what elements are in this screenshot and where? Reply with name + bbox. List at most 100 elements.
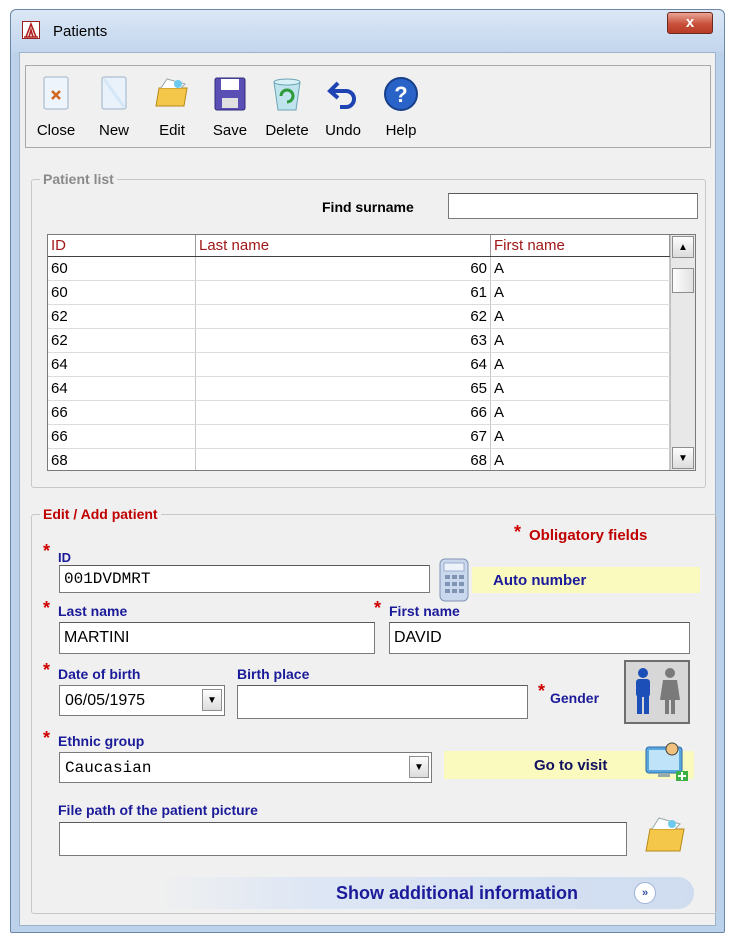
cell-last-name: 61 bbox=[196, 281, 491, 304]
cell-first-name: A bbox=[491, 305, 670, 328]
id-label: ID bbox=[58, 550, 71, 565]
window-close-button[interactable]: x bbox=[667, 12, 713, 34]
show-additional-info-label: Show additional information bbox=[336, 883, 578, 903]
date-of-birth-value: 06/05/1975 bbox=[65, 692, 146, 709]
window-title: Patients bbox=[53, 23, 108, 40]
ethnic-group-label: Ethnic group bbox=[58, 733, 145, 749]
cell-id: 60 bbox=[48, 257, 196, 280]
table-row[interactable]: 66 66 A bbox=[48, 401, 670, 425]
cell-id: 64 bbox=[48, 353, 196, 376]
male-female-icon bbox=[636, 668, 680, 714]
picture-path-label: File path of the patient picture bbox=[58, 802, 258, 818]
edit-button[interactable]: Edit bbox=[144, 70, 200, 144]
table-row[interactable]: 68 68 A bbox=[48, 449, 670, 470]
edit-patient-group: Edit / Add patient * Obligatory fields *… bbox=[31, 506, 717, 914]
go-to-visit-label: Go to visit bbox=[534, 757, 608, 774]
svg-text:?: ? bbox=[394, 82, 407, 107]
auto-number-button[interactable]: Auto number bbox=[472, 567, 700, 593]
first-name-label: First name bbox=[389, 603, 460, 619]
cell-id: 60 bbox=[48, 281, 196, 304]
calculator-icon[interactable] bbox=[438, 557, 470, 603]
toolbar: Close New Edit Save Delete Undo ? Help bbox=[25, 65, 711, 148]
cell-first-name: A bbox=[491, 377, 670, 400]
edit-patient-legend: Edit / Add patient bbox=[40, 506, 161, 522]
table-scrollbar[interactable]: ▲ ▼ bbox=[670, 235, 695, 470]
table-row[interactable]: 62 62 A bbox=[48, 305, 670, 329]
required-marker: * bbox=[43, 541, 51, 561]
help-button-label: Help bbox=[385, 122, 417, 139]
delete-button[interactable]: Delete bbox=[259, 70, 315, 144]
id-input[interactable] bbox=[59, 565, 430, 593]
visit-monitor-icon[interactable] bbox=[642, 741, 692, 785]
chevron-down-icon[interactable]: ▼ bbox=[409, 756, 429, 778]
table-body: 60 60 A 60 61 A 62 62 A 62 63 A 64 64 A 64 65 A 66 66… bbox=[48, 257, 670, 470]
show-additional-info-button[interactable]: Show additional information » bbox=[153, 877, 694, 909]
undo-arrow-icon bbox=[324, 74, 362, 114]
cell-id: 68 bbox=[48, 449, 196, 470]
cell-first-name: A bbox=[491, 401, 670, 424]
table-row[interactable]: 64 65 A bbox=[48, 377, 670, 401]
find-surname-input[interactable] bbox=[448, 193, 698, 219]
date-of-birth-picker[interactable]: 06/05/1975 ▼ bbox=[59, 685, 225, 716]
last-name-label: Last name bbox=[58, 603, 128, 619]
required-marker: * bbox=[538, 681, 546, 701]
save-button[interactable]: Save bbox=[202, 70, 258, 144]
expand-chevron-icon: » bbox=[634, 882, 656, 904]
last-name-input[interactable] bbox=[59, 622, 375, 654]
floppy-disk-icon bbox=[211, 74, 249, 114]
patient-list-group: Patient list Find surname ID Last name F… bbox=[31, 171, 706, 488]
table-row[interactable]: 60 61 A bbox=[48, 281, 670, 305]
picture-path-input[interactable] bbox=[59, 822, 627, 856]
close-button[interactable]: Close bbox=[28, 70, 84, 144]
chevron-down-icon[interactable]: ▼ bbox=[202, 689, 222, 711]
find-surname-label: Find surname bbox=[322, 199, 414, 215]
app-logo-icon bbox=[22, 21, 40, 39]
table-row[interactable]: 64 64 A bbox=[48, 353, 670, 377]
date-of-birth-label: Date of birth bbox=[58, 666, 141, 682]
new-document-icon bbox=[95, 74, 133, 114]
cell-first-name: A bbox=[491, 425, 670, 448]
required-marker: * bbox=[43, 660, 51, 680]
auto-number-label: Auto number bbox=[493, 572, 587, 589]
table-row[interactable]: 60 60 A bbox=[48, 257, 670, 281]
column-header-last-name[interactable]: Last name bbox=[196, 235, 491, 256]
cell-id: 62 bbox=[48, 329, 196, 352]
gender-label: Gender bbox=[550, 690, 600, 706]
new-button[interactable]: New bbox=[86, 70, 142, 144]
ethnic-group-select[interactable]: Caucasian ▼ bbox=[59, 752, 432, 783]
scroll-down-button[interactable]: ▼ bbox=[672, 447, 694, 469]
cell-id: 62 bbox=[48, 305, 196, 328]
undo-button-label: Undo bbox=[325, 122, 361, 139]
new-button-label: New bbox=[98, 122, 129, 139]
undo-button[interactable]: Undo bbox=[315, 70, 371, 144]
patients-window: Patients x Close New Edit Save Delete Un… bbox=[10, 9, 725, 933]
scroll-thumb[interactable] bbox=[672, 268, 694, 293]
column-header-id[interactable]: ID bbox=[48, 235, 196, 256]
patient-table[interactable]: ID Last name First name 60 60 A 60 61 A 62 62… bbox=[47, 234, 696, 471]
cell-last-name: 66 bbox=[196, 401, 491, 424]
ethnic-group-value: Caucasian bbox=[65, 759, 152, 777]
title-bar[interactable]: Patients x bbox=[11, 10, 724, 52]
birth-place-input[interactable] bbox=[237, 685, 528, 719]
cell-last-name: 63 bbox=[196, 329, 491, 352]
first-name-input[interactable] bbox=[389, 622, 690, 654]
cell-first-name: A bbox=[491, 257, 670, 280]
scroll-up-button[interactable]: ▲ bbox=[672, 236, 694, 258]
column-header-first-name[interactable]: First name bbox=[491, 235, 670, 256]
gender-selector[interactable] bbox=[624, 660, 690, 724]
help-icon: ? bbox=[382, 74, 420, 114]
cell-first-name: A bbox=[491, 281, 670, 304]
cell-id: 66 bbox=[48, 401, 196, 424]
birth-place-label: Birth place bbox=[237, 666, 310, 682]
browse-folder-icon[interactable] bbox=[642, 813, 688, 857]
cell-last-name: 64 bbox=[196, 353, 491, 376]
delete-button-label: Delete bbox=[265, 122, 309, 139]
window-client-area: Close New Edit Save Delete Undo ? Help P… bbox=[19, 52, 717, 926]
table-row[interactable]: 62 63 A bbox=[48, 329, 670, 353]
help-button[interactable]: ? Help bbox=[373, 70, 429, 144]
obligatory-fields-label: Obligatory fields bbox=[529, 527, 648, 544]
table-row[interactable]: 66 67 A bbox=[48, 425, 670, 449]
cell-id: 64 bbox=[48, 377, 196, 400]
cell-last-name: 60 bbox=[196, 257, 491, 280]
edit-folder-icon bbox=[153, 74, 191, 114]
